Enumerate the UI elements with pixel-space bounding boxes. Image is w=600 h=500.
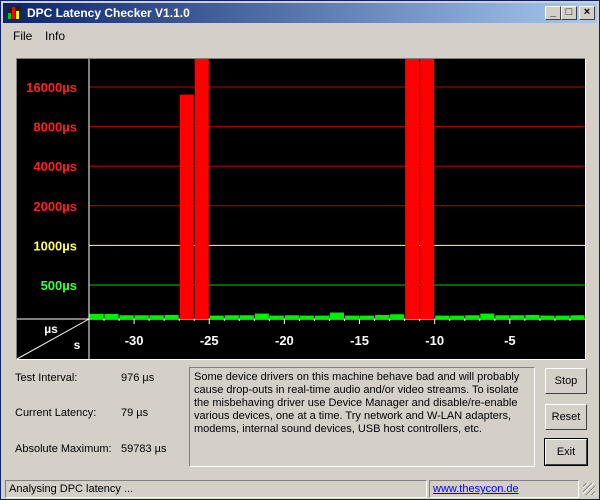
status-link-cell: www.thesycon.de [429,480,579,498]
latency-bar [299,315,314,319]
latency-bar [119,315,134,319]
x-tick-label: -10 [425,333,444,348]
y-tick-label: 16000µs [26,80,77,95]
latency-bar [480,313,495,319]
y-tick-label: 500µs [41,278,77,293]
latency-bar [555,315,570,319]
latency-chart: 16000µs 8000µs 4000µs 2000µs 1000µs 500µs µs s -… [16,58,586,360]
menu-file[interactable]: File [13,29,32,43]
latency-chart-svg: 16000µs 8000µs 4000µs 2000µs 1000µs 500µs µs s -… [17,59,585,359]
menu-info[interactable]: Info [45,29,65,43]
title-bar[interactable]: DPC Latency Checker V1.1.0 _ □ × [3,3,597,23]
x-tick-label: -30 [125,333,144,348]
x-axis-unit-label: s [74,338,81,352]
latency-bar [104,313,119,319]
latency-bar [465,315,480,319]
latency-bar [329,312,345,319]
resize-grip-icon[interactable] [583,483,595,495]
minimize-button[interactable]: _ [545,6,561,20]
x-tick-label: -20 [275,333,294,348]
maximize-button[interactable]: □ [561,6,577,20]
y-axis-unit-label: µs [44,322,58,336]
menu-bar: File Info [3,25,597,45]
y-tick-label: 2000µs [33,199,77,214]
latency-bar [435,315,450,319]
latency-bar [149,315,164,319]
close-button[interactable]: × [579,6,595,20]
test-interval-label: Test Interval: [15,372,78,384]
test-interval-value: 976 µs [121,372,155,384]
window-title: DPC Latency Checker V1.1.0 [27,6,190,20]
y-tick-label: 4000µs [33,159,77,174]
latency-bar [224,315,239,319]
latency-bar [239,315,254,319]
latency-bar [510,315,525,319]
current-latency-label: Current Latency: [15,407,97,419]
y-tick-label: 1000µs [33,238,77,253]
app-bars-icon [7,6,21,20]
latency-bar [194,59,209,319]
latency-bar [390,314,405,319]
latency-bar [405,59,420,319]
exit-button[interactable]: Exit [544,438,588,466]
latency-bar [420,59,435,319]
latency-bar [314,315,329,319]
x-tick-label: -5 [504,333,516,348]
latency-bar [570,315,585,319]
status-text: Analysing DPC latency ... [5,480,427,498]
driver-message: Some device drivers on this machine beha… [189,367,535,467]
latency-bar [164,314,179,319]
latency-bar [540,315,555,319]
x-tick-label: -25 [200,333,219,348]
stop-button[interactable]: Stop [545,368,587,394]
status-bar: Analysing DPC latency ... www.thesycon.d… [3,479,597,499]
latency-bar [360,315,375,319]
y-tick-label: 8000µs [33,120,77,135]
latency-bar [375,314,390,319]
absolute-maximum-label: Absolute Maximum: [15,443,112,455]
absolute-maximum-value: 59783 µs [121,443,167,455]
latency-bar [345,315,360,319]
current-latency-value: 79 µs [121,407,149,419]
latency-bar [179,94,194,319]
latency-bar [284,315,299,319]
x-tick-label: -15 [350,333,369,348]
reset-button[interactable]: Reset [545,404,587,430]
latency-bar [134,315,149,319]
latency-bar [269,315,284,319]
website-link[interactable]: www.thesycon.de [433,483,519,495]
latency-bar [495,315,510,319]
latency-bar [254,313,269,319]
latency-bar [450,315,465,319]
latency-bar [89,313,104,319]
app-window: DPC Latency Checker V1.1.0 _ □ × File In… [0,0,600,500]
latency-bar [209,315,224,319]
latency-bar [525,314,540,319]
